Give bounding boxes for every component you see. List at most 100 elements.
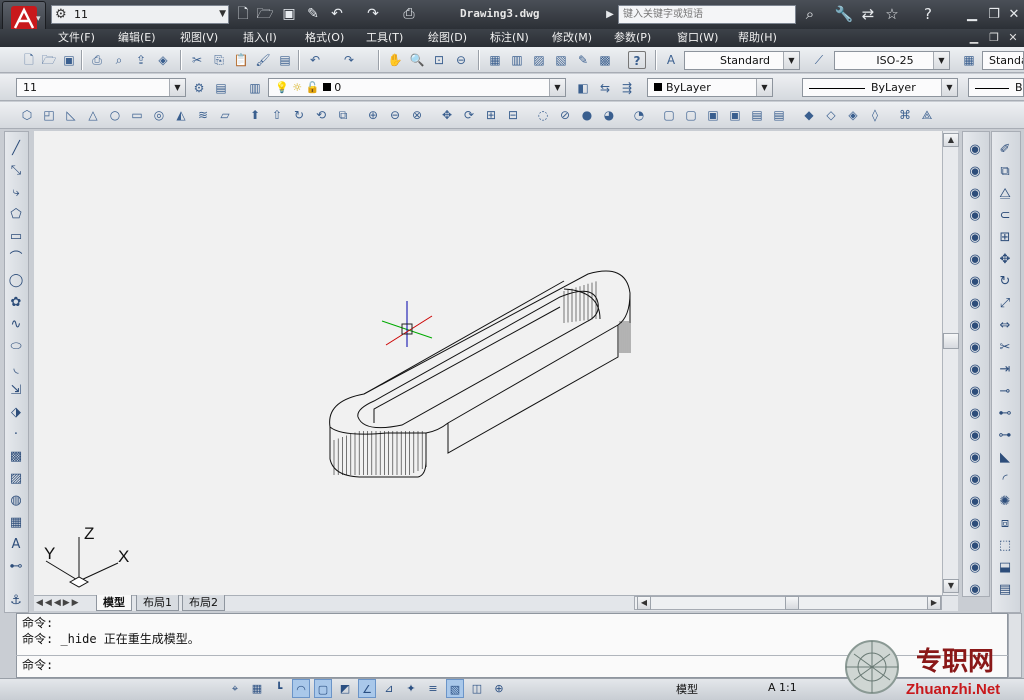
scroll-right-icon[interactable]: ▶ bbox=[927, 596, 941, 610]
help-icon[interactable]: ? bbox=[918, 5, 938, 24]
polyline-icon[interactable]: ⤷ bbox=[7, 184, 25, 202]
copy-object-icon[interactable]: ⧉ bbox=[996, 163, 1014, 181]
slice-icon[interactable]: ◉ bbox=[966, 537, 984, 555]
nw-iso-icon[interactable]: ◊ bbox=[866, 106, 884, 124]
back-view-icon[interactable]: ▤ bbox=[770, 106, 788, 124]
redo-icon[interactable]: ↷ bbox=[340, 51, 358, 69]
top-view-icon[interactable]: ▢ bbox=[660, 106, 678, 124]
explode-icon[interactable]: ✺ bbox=[996, 493, 1014, 511]
annotation-scale[interactable]: A 1:1 bbox=[768, 681, 797, 694]
make-current-icon[interactable]: ◧ bbox=[574, 79, 592, 97]
layer-state-select[interactable]: 11 ▼ bbox=[16, 78, 186, 97]
realistic-icon[interactable]: ◕ bbox=[600, 106, 618, 124]
stretch-icon[interactable]: ⇔ bbox=[996, 317, 1014, 335]
erase-icon[interactable]: ✐ bbox=[996, 141, 1014, 159]
polysolid-icon[interactable]: ⬡ bbox=[18, 106, 36, 124]
presspull-icon[interactable]: ⇧ bbox=[268, 106, 286, 124]
shell-icon[interactable]: ◉ bbox=[966, 493, 984, 511]
star-icon[interactable]: ☆ bbox=[882, 5, 902, 24]
front-view-icon[interactable]: ▤ bbox=[748, 106, 766, 124]
qp-icon[interactable]: ◫ bbox=[468, 679, 486, 698]
table-style-select[interactable]: Standa bbox=[982, 51, 1024, 70]
layer-select[interactable]: 💡 ☼ 🔓 0 ▼ bbox=[268, 78, 566, 97]
tab-model[interactable]: 模型 bbox=[96, 595, 132, 611]
restore-icon[interactable]: ❐ bbox=[984, 6, 1004, 24]
3d-move-icon[interactable]: ✥ bbox=[438, 106, 456, 124]
ducs-icon[interactable]: ⊿ bbox=[380, 679, 398, 698]
se-iso-icon[interactable]: ◇ bbox=[822, 106, 840, 124]
scroll-up-icon[interactable]: ▲ bbox=[943, 133, 959, 147]
array-icon[interactable]: ⊞ bbox=[996, 229, 1014, 247]
right-view-icon[interactable]: ▣ bbox=[726, 106, 744, 124]
ne-iso-icon[interactable]: ◈ bbox=[844, 106, 862, 124]
snap-icon[interactable]: ⌖ bbox=[226, 679, 244, 698]
arc-icon[interactable]: ⌒ bbox=[7, 250, 25, 268]
menu-format[interactable]: 格式(O) bbox=[305, 29, 344, 47]
save-icon[interactable]: ▣ bbox=[280, 5, 298, 23]
minimize-icon[interactable]: ▁ bbox=[962, 6, 982, 24]
copy-icon[interactable]: ⎘ bbox=[210, 51, 228, 69]
zoom-window-icon[interactable]: ⊡ bbox=[430, 51, 448, 69]
ellipse-icon[interactable]: ⬭ bbox=[7, 338, 25, 356]
extend-icon[interactable]: ⇥ bbox=[996, 361, 1014, 379]
chamfer-icon[interactable]: ◣ bbox=[996, 449, 1014, 467]
offset-faces-icon[interactable]: ◉ bbox=[966, 251, 984, 269]
horizontal-scrollbar[interactable]: ◀ ▶ bbox=[634, 596, 942, 610]
tool-palettes-icon[interactable]: ▨ bbox=[530, 51, 548, 69]
plot-icon[interactable]: ⎙ bbox=[88, 51, 106, 69]
bottom-view-icon[interactable]: ▢ bbox=[682, 106, 700, 124]
dim-style-icon[interactable]: ⟋ bbox=[810, 51, 828, 69]
layer-walk-icon[interactable]: ⇶ bbox=[618, 79, 636, 97]
polygon-icon[interactable]: ⬠ bbox=[7, 206, 25, 224]
region-icon[interactable]: ◍ bbox=[7, 492, 25, 510]
cylinder-icon[interactable]: ▭ bbox=[128, 106, 146, 124]
box-icon[interactable]: ◰ bbox=[40, 106, 58, 124]
ucs-3d-icon[interactable]: ⟁ bbox=[918, 106, 936, 124]
break-at-point-icon[interactable]: ⊸ bbox=[996, 383, 1014, 401]
osnap-icon[interactable]: ▢ bbox=[314, 679, 332, 698]
union-2-icon[interactable]: ◉ bbox=[966, 163, 984, 181]
layer-manager-icon[interactable]: ▤ bbox=[212, 79, 230, 97]
cut-icon[interactable]: ✂ bbox=[188, 51, 206, 69]
delete-faces-icon[interactable]: ◉ bbox=[966, 273, 984, 291]
dyn-icon[interactable]: ✦ bbox=[402, 679, 420, 698]
plot-preview-icon[interactable]: ⌕ bbox=[110, 51, 128, 69]
tab-navigation-arrows[interactable]: ◀◀◀▶▶ bbox=[36, 596, 94, 610]
drawing-canvas[interactable]: Z Y X bbox=[34, 131, 942, 595]
pan-icon[interactable]: ✋ bbox=[386, 51, 404, 69]
lineweight-toggle-icon[interactable]: ≡ bbox=[424, 679, 442, 698]
torus-icon[interactable]: ◎ bbox=[150, 106, 168, 124]
subtract-icon[interactable]: ⊖ bbox=[386, 106, 404, 124]
dim-style-select[interactable]: ISO-25 ▼ bbox=[834, 51, 950, 70]
text-style-icon[interactable]: A bbox=[662, 51, 680, 69]
check-icon[interactable]: ◉ bbox=[966, 515, 984, 533]
scroll-down-icon[interactable]: ▼ bbox=[943, 579, 959, 593]
match-properties-icon[interactable]: 🖌 bbox=[254, 51, 272, 69]
3d-print-icon[interactable]: ◈ bbox=[154, 51, 172, 69]
tab-layout2[interactable]: 布局2 bbox=[182, 595, 225, 611]
sw-iso-icon[interactable]: ◆ bbox=[800, 106, 818, 124]
imprint-icon[interactable]: ◉ bbox=[966, 427, 984, 445]
layer-states-icon[interactable]: ⚙ bbox=[190, 79, 208, 97]
cone-icon[interactable]: △ bbox=[84, 106, 102, 124]
tpy-icon[interactable]: ▧ bbox=[446, 679, 464, 698]
insert-block-icon[interactable]: ⇲ bbox=[7, 382, 25, 400]
block-editor-icon[interactable]: ▤ bbox=[276, 51, 294, 69]
visual-style-2-icon[interactable]: ⊘ bbox=[556, 106, 574, 124]
copy-edges-icon[interactable]: ◉ bbox=[966, 383, 984, 401]
3d-osnap-icon[interactable]: ◩ bbox=[336, 679, 354, 698]
new-icon[interactable]: 🗋 bbox=[20, 51, 38, 69]
extrude-icon[interactable]: ⬆ bbox=[246, 106, 264, 124]
wrench-icon[interactable]: 🔧 bbox=[834, 5, 854, 24]
help-icon[interactable]: ? bbox=[628, 51, 646, 69]
ungroup-icon[interactable]: ⬚ bbox=[996, 537, 1014, 555]
menu-parametric[interactable]: 参数(P) bbox=[614, 29, 651, 47]
join-icon[interactable]: ⊶ bbox=[996, 427, 1014, 445]
color-edges-icon[interactable]: ◉ bbox=[966, 405, 984, 423]
hscroll-thumb[interactable] bbox=[785, 596, 799, 610]
table-style-icon[interactable]: ▦ bbox=[960, 51, 978, 69]
union-icon[interactable]: ⊕ bbox=[364, 106, 382, 124]
point-icon[interactable]: · bbox=[7, 426, 25, 444]
ellipse-arc-icon[interactable]: ◟ bbox=[7, 360, 25, 378]
rectangle-icon[interactable]: ▭ bbox=[7, 228, 25, 246]
